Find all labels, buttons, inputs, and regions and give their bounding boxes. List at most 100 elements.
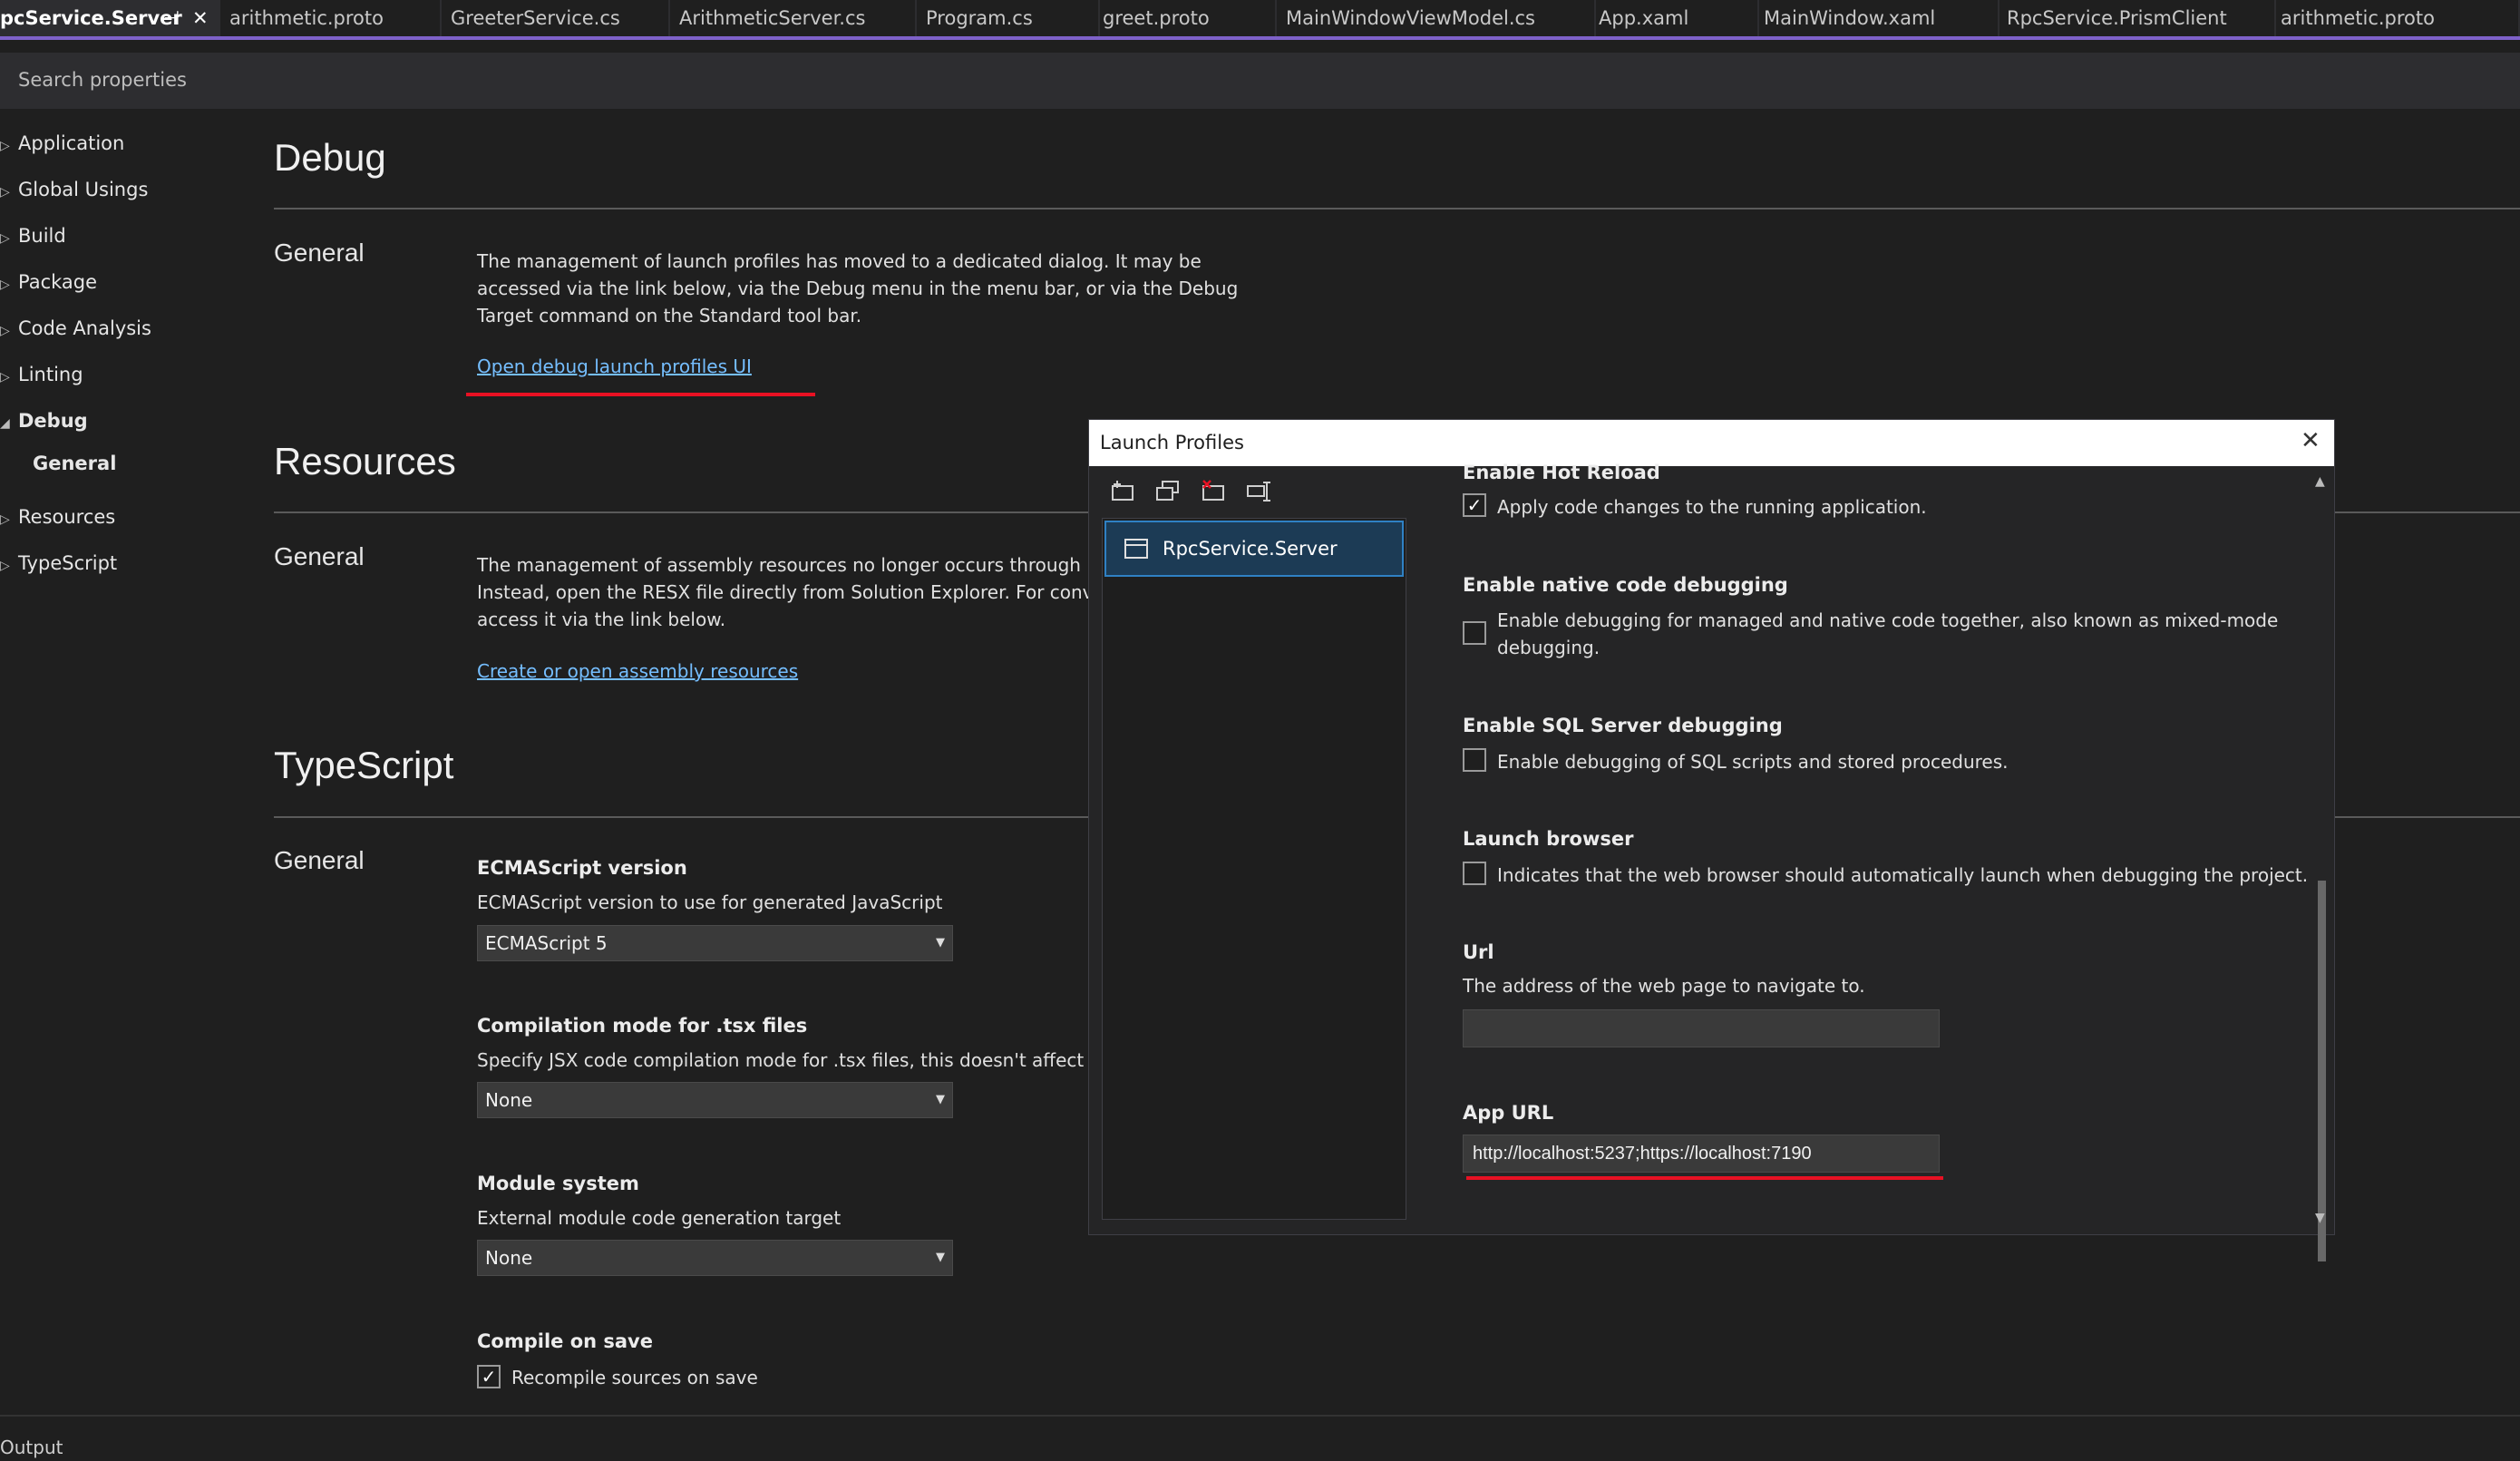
rename-profile-icon[interactable] xyxy=(1245,478,1272,505)
dialog-title-bar: Launch Profiles ✕ xyxy=(1089,420,2334,466)
tab-label: App.xaml xyxy=(1599,7,1689,29)
scrollbar-thumb[interactable] xyxy=(2318,881,2326,1261)
tab-rpcservice-server[interactable]: pcService.Server ⊣ ✕ xyxy=(0,0,220,36)
debug-general-label: General xyxy=(274,239,365,267)
sql-debugging-description: Enable debugging of SQL scripts and stor… xyxy=(1497,751,2009,773)
tab-label: MainWindowViewModel.cs xyxy=(1286,7,1535,29)
typescript-heading: TypeScript xyxy=(274,744,454,786)
tab-label: RpcService.PrismClient xyxy=(2007,7,2227,29)
url-description: The address of the web page to navigate … xyxy=(1463,975,1865,997)
launch-profiles-dialog: Launch Profiles ✕ RpcService.Server Enab… xyxy=(1088,419,2335,1261)
chevron-right-icon: ▷ xyxy=(0,370,10,385)
tab-label: arithmetic.proto xyxy=(229,7,384,29)
native-debugging-checkbox[interactable] xyxy=(1463,621,1486,645)
tsx-compilation-label: Compilation mode for .tsx files xyxy=(477,1015,808,1037)
annotation-underline xyxy=(466,393,815,396)
compile-on-save-label: Compile on save xyxy=(477,1330,653,1352)
select-value: None xyxy=(485,1089,533,1111)
debug-description: The management of launch profiles has mo… xyxy=(477,250,1239,326)
typescript-general-label: General xyxy=(274,846,365,874)
open-debug-launch-profiles-link[interactable]: Open debug launch profiles UI xyxy=(477,356,752,377)
nav-label: Package xyxy=(18,271,98,293)
tab-label: MainWindow.xaml xyxy=(1764,7,1936,29)
tab-arithmetic-proto[interactable]: arithmetic.proto xyxy=(222,0,442,36)
nav-item-application[interactable]: ▷ Application xyxy=(0,132,124,154)
nav-label: Resources xyxy=(18,506,116,528)
profile-icon xyxy=(1124,539,1148,559)
document-tab-strip: pcService.Server ⊣ ✕ arithmetic.proto Gr… xyxy=(0,0,2520,40)
duplicate-profile-icon[interactable] xyxy=(1154,478,1182,505)
pin-icon[interactable]: ⊣ xyxy=(163,0,180,36)
tsx-compilation-select[interactable]: None ▼ xyxy=(477,1082,953,1118)
tab-arithmetic-proto-2[interactable]: arithmetic.proto xyxy=(2273,0,2520,36)
compile-on-save-checkbox[interactable]: ✓ xyxy=(477,1365,501,1388)
nav-label: TypeScript xyxy=(18,552,118,574)
nav-item-resources[interactable]: ▷ Resources xyxy=(0,506,115,528)
tab-mainwindow-xaml[interactable]: MainWindow.xaml xyxy=(1756,0,1999,36)
nav-item-package[interactable]: ▷ Package xyxy=(0,271,97,293)
close-icon[interactable]: ✕ xyxy=(192,0,209,36)
native-debugging-description: debugging. xyxy=(1497,637,1601,658)
tab-mainwindowviewmodel[interactable]: MainWindowViewModel.cs xyxy=(1279,0,1596,36)
new-profile-icon[interactable] xyxy=(1109,478,1136,505)
output-panel-tab[interactable]: Output xyxy=(0,1415,2520,1461)
tsx-compilation-description: Specify JSX code compilation mode for .t… xyxy=(477,1049,1113,1071)
nav-label: Debug xyxy=(18,410,88,432)
search-input[interactable]: Search properties xyxy=(18,69,187,91)
module-system-select[interactable]: None ▼ xyxy=(477,1240,953,1276)
nav-label: Code Analysis xyxy=(18,317,151,339)
tab-program[interactable]: Program.cs xyxy=(919,0,1100,36)
nav-label: General xyxy=(33,453,117,474)
sql-debugging-checkbox[interactable] xyxy=(1463,748,1486,772)
ecmascript-version-select[interactable]: ECMAScript 5 ▼ xyxy=(477,925,953,961)
url-input[interactable] xyxy=(1463,1009,1940,1047)
tab-rpcservice-prismclient[interactable]: RpcService.PrismClient xyxy=(1999,0,2276,36)
ecmascript-version-label: ECMAScript version xyxy=(477,857,687,879)
nav-item-typescript[interactable]: ▷ TypeScript xyxy=(0,552,117,574)
tab-app-xaml[interactable]: App.xaml xyxy=(1591,0,1759,36)
tab-label: ArithmeticServer.cs xyxy=(679,7,866,29)
enable-hot-reload-checkbox[interactable]: ✓ xyxy=(1463,493,1486,517)
resources-description-line: Instead, open the RESX file directly fro… xyxy=(477,581,1122,603)
nav-item-global-usings[interactable]: ▷ Global Usings xyxy=(0,179,148,200)
output-label: Output xyxy=(0,1437,63,1458)
select-value: ECMAScript 5 xyxy=(485,932,608,954)
resources-description-line: The management of assembly resources no … xyxy=(477,554,1122,576)
dialog-title: Launch Profiles xyxy=(1100,432,1244,453)
compile-on-save-description: Recompile sources on save xyxy=(511,1367,758,1388)
tab-greet-proto[interactable]: greet.proto xyxy=(1095,0,1277,36)
nav-item-debug[interactable]: ◢ Debug xyxy=(0,410,88,432)
tab-arithmeticserver[interactable]: ArithmeticServer.cs xyxy=(672,0,917,36)
dropdown-arrow-icon: ▼ xyxy=(936,1251,945,1264)
scroll-up-icon[interactable]: ▲ xyxy=(2315,474,2325,489)
tab-label: greet.proto xyxy=(1103,7,1210,29)
scroll-down-icon[interactable]: ▼ xyxy=(2315,1211,2325,1225)
resources-general-label: General xyxy=(274,542,365,570)
dialog-scrollbar[interactable]: ▲ ▼ xyxy=(2313,474,2330,1261)
url-label: Url xyxy=(1463,941,1494,963)
native-debugging-label: Enable native code debugging xyxy=(1463,574,1788,596)
delete-profile-icon[interactable] xyxy=(1200,478,1227,505)
resources-description-line: access it via the link below. xyxy=(477,609,726,630)
sql-debugging-label: Enable SQL Server debugging xyxy=(1463,715,1783,736)
resources-heading: Resources xyxy=(274,440,456,482)
tab-label: GreeterService.cs xyxy=(451,7,620,29)
nav-label: Global Usings xyxy=(18,179,149,200)
nav-label: Linting xyxy=(18,364,83,385)
profile-item-rpcservice-server[interactable]: RpcService.Server xyxy=(1104,521,1404,577)
nav-label: Application xyxy=(18,132,125,154)
nav-item-build[interactable]: ▷ Build xyxy=(0,225,66,247)
app-url-input[interactable]: http://localhost:5237;https://localhost:… xyxy=(1463,1135,1940,1173)
debug-heading: Debug xyxy=(274,136,386,179)
select-value: None xyxy=(485,1247,533,1269)
nav-item-code-analysis[interactable]: ▷ Code Analysis xyxy=(0,317,151,339)
tab-greeterservice[interactable]: GreeterService.cs xyxy=(443,0,670,36)
create-assembly-resources-link[interactable]: Create or open assembly resources xyxy=(477,660,798,682)
close-icon[interactable]: ✕ xyxy=(2301,427,2321,454)
nav-item-linting[interactable]: ▷ Linting xyxy=(0,364,83,385)
search-properties-bar[interactable]: Search properties xyxy=(0,53,2520,109)
module-system-description: External module code generation target xyxy=(477,1207,842,1229)
native-debugging-description: Enable debugging for managed and native … xyxy=(1497,609,2279,631)
nav-item-debug-general[interactable]: General xyxy=(33,453,116,474)
launch-browser-checkbox[interactable] xyxy=(1463,862,1486,885)
